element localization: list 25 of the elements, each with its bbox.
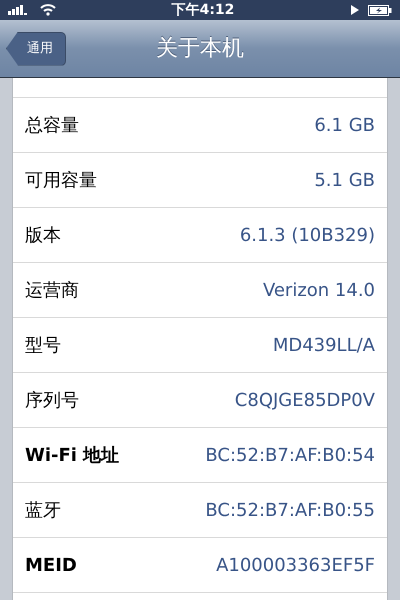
row-value: BC:52:B7:AF:B0:54	[205, 444, 375, 468]
status-time: 下午4:12	[172, 0, 234, 20]
row-label: 版本	[25, 224, 61, 248]
row-label: 总容量	[25, 114, 79, 138]
row-label: Wi-Fi 地址	[25, 444, 120, 468]
nav-title: 关于本机	[156, 35, 244, 63]
row-label: 型号	[25, 334, 61, 358]
signal-icon	[8, 5, 28, 15]
row-value: 6.1 GB	[314, 114, 375, 138]
row-value: C8QJGE85DP0V	[234, 388, 375, 412]
wifi-icon	[40, 4, 56, 16]
row-value: MD439LL/A	[272, 334, 375, 358]
battery-charging-icon	[368, 4, 392, 16]
row-label: 可用容量	[25, 168, 97, 192]
row-value: 6.1.3 (10B329)	[240, 224, 375, 248]
row-value: BC:52:B7:AF:B0:55	[205, 498, 375, 522]
row-label: 序列号	[25, 388, 79, 412]
row-label: 运营商	[25, 278, 79, 302]
row-value: A100003363EF5F	[216, 554, 375, 578]
row-value: 5.1 GB	[314, 168, 375, 192]
row-value: Verizon 14.0	[262, 278, 375, 302]
back-button[interactable]: 通用	[6, 32, 66, 66]
row-label: 蓝牙	[25, 498, 61, 522]
play-icon	[350, 5, 360, 15]
row-label: MEID	[25, 554, 77, 578]
